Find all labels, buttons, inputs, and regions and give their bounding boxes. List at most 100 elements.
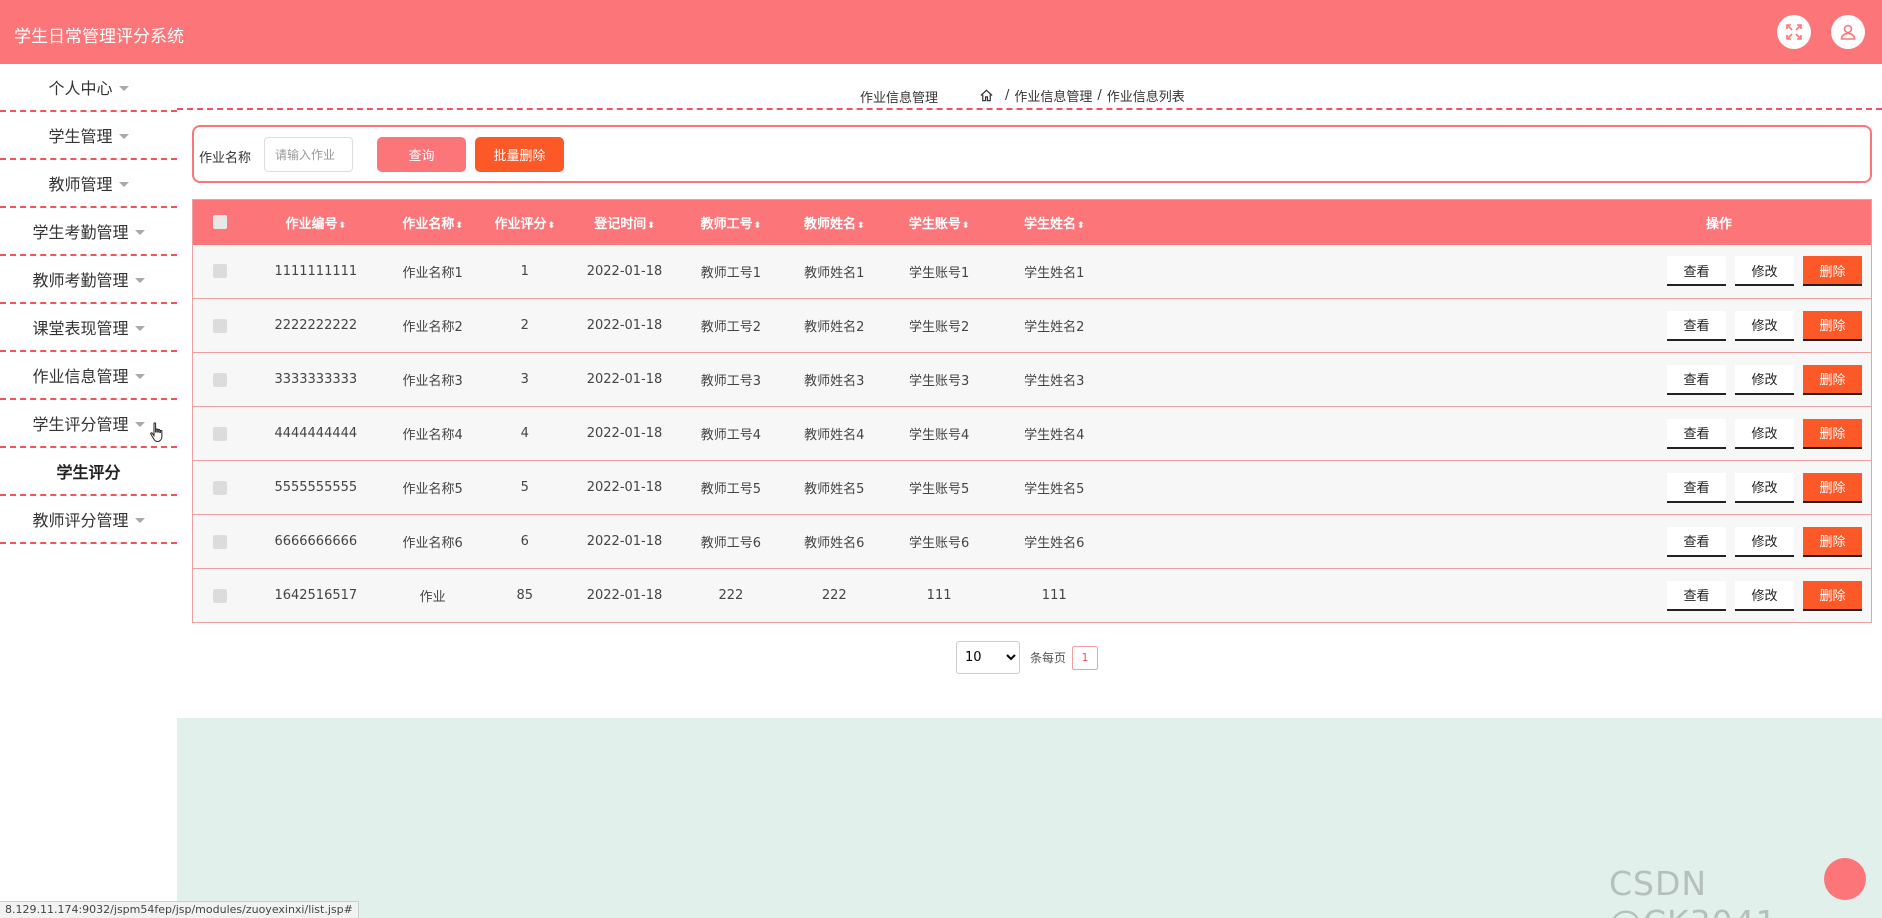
search-input[interactable] xyxy=(264,137,353,172)
sort-icon[interactable]: ⬍ xyxy=(1077,221,1085,231)
delete-button[interactable]: 删除 xyxy=(1803,580,1862,611)
edit-button[interactable]: 修改 xyxy=(1735,526,1794,557)
breadcrumb-separator: / xyxy=(1097,88,1102,103)
sort-icon[interactable]: ⬍ xyxy=(339,221,347,231)
query-button[interactable]: 查询 xyxy=(377,137,466,172)
table-cell: 5 xyxy=(520,480,529,495)
breadcrumb-item[interactable]: 作业信息管理 xyxy=(1014,86,1092,105)
app-title: 学生日常管理评分系统 xyxy=(14,27,184,47)
sidebar-item-teacher-rating-management[interactable]: 教师评分管理 xyxy=(0,496,177,544)
view-button[interactable]: 查看 xyxy=(1667,418,1726,449)
table-cell: 4 xyxy=(520,426,529,441)
sort-icon[interactable]: ⬍ xyxy=(647,221,655,231)
chevron-down-icon xyxy=(134,229,145,235)
delete-button[interactable]: 删除 xyxy=(1803,418,1862,449)
sidebar-item-label: 作业信息管理 xyxy=(32,367,129,386)
column-header[interactable]: 登记时间⬍ xyxy=(570,200,679,245)
row-checkbox[interactable] xyxy=(212,318,227,333)
delete-button[interactable]: 删除 xyxy=(1803,526,1862,557)
row-checkbox[interactable] xyxy=(212,426,227,441)
row-checkbox[interactable] xyxy=(212,264,227,279)
fullscreen-button[interactable] xyxy=(1777,15,1811,49)
sort-icon[interactable]: ⬍ xyxy=(754,221,762,231)
edit-button[interactable]: 修改 xyxy=(1735,472,1794,503)
table-cell: 学生账号5 xyxy=(908,482,970,497)
view-button[interactable]: 查看 xyxy=(1667,310,1726,341)
table-cell: 1 xyxy=(520,263,529,279)
delete-button[interactable]: 删除 xyxy=(1803,364,1862,395)
row-checkbox[interactable] xyxy=(212,372,227,387)
sort-icon[interactable]: ⬍ xyxy=(548,221,556,231)
column-header[interactable]: 教师姓名⬍ xyxy=(783,200,886,245)
sidebar-subitem-student-rating[interactable]: 学生评分 xyxy=(0,448,177,496)
table-cell: 教师姓名6 xyxy=(804,536,865,551)
table-cell: 教师工号5 xyxy=(700,482,762,497)
column-header[interactable]: 作业编号⬍ xyxy=(246,200,385,245)
view-button[interactable]: 查看 xyxy=(1667,472,1726,503)
table-cell: 学生账号1 xyxy=(908,265,970,281)
data-table: 作业编号⬍ 作业名称⬍ 作业评分⬍ 登记时间⬍ 教师工号⬍ 教师姓名⬍ 学生账号… xyxy=(192,199,1872,623)
sidebar-item-homework-info[interactable]: 作业信息管理 xyxy=(0,352,177,400)
edit-button[interactable]: 修改 xyxy=(1735,310,1794,341)
table-cell: 学生账号4 xyxy=(908,428,970,443)
sort-icon[interactable]: ⬍ xyxy=(857,221,865,231)
edit-button[interactable]: 修改 xyxy=(1735,256,1794,287)
sidebar-item-label: 教师考勤管理 xyxy=(32,271,129,290)
table-cell: 作业名称4 xyxy=(402,428,463,443)
row-checkbox[interactable] xyxy=(212,480,227,495)
page-title: 作业信息管理 xyxy=(860,91,939,106)
delete-button[interactable]: 删除 xyxy=(1803,256,1862,287)
delete-button[interactable]: 删除 xyxy=(1803,472,1862,503)
sidebar-item-student-attendance[interactable]: 学生考勤管理 xyxy=(0,208,177,256)
breadcrumb: / 作业信息管理 / 作业信息列表 xyxy=(979,86,1185,105)
table-cell: 222 xyxy=(718,588,744,603)
column-header[interactable]: 作业名称⬍ xyxy=(385,200,479,245)
table-row: 2222222222 作业名称2 2 2022-01-18 教师工号2 教师姓名2 学生账号… xyxy=(192,298,1872,353)
batch-delete-button[interactable]: 批量删除 xyxy=(475,137,564,172)
view-button[interactable]: 查看 xyxy=(1667,364,1726,395)
chevron-down-icon xyxy=(118,85,129,91)
table-cell: 222 xyxy=(821,588,847,603)
column-header[interactable]: 教师工号⬍ xyxy=(679,200,782,245)
user-button[interactable] xyxy=(1831,15,1865,49)
hand-cursor-icon xyxy=(150,422,163,442)
table-cell: 教师姓名3 xyxy=(804,374,865,389)
sidebar-item-personal-center[interactable]: 个人中心 xyxy=(0,64,177,112)
table-cell: 作业名称6 xyxy=(402,536,463,551)
table-cell: 3 xyxy=(520,372,529,387)
table-cell: 1642516517 xyxy=(274,588,358,603)
sort-icon[interactable]: ⬍ xyxy=(455,221,463,231)
table-cell: 学生姓名1 xyxy=(1024,265,1085,281)
column-header[interactable]: 学生姓名⬍ xyxy=(992,200,1116,245)
table-cell: 教师姓名1 xyxy=(804,265,865,281)
delete-button[interactable]: 删除 xyxy=(1803,310,1862,341)
sidebar-item-label: 学生管理 xyxy=(48,127,113,146)
page-number-current[interactable]: 1 xyxy=(1072,645,1099,670)
table-cell: 2022-01-18 xyxy=(586,318,663,333)
table-cell: 111 xyxy=(926,588,952,603)
column-header[interactable]: 学生账号⬍ xyxy=(886,200,992,245)
view-button[interactable]: 查看 xyxy=(1667,580,1726,611)
row-checkbox[interactable] xyxy=(212,534,227,549)
sidebar-item-teacher-attendance[interactable]: 教师考勤管理 xyxy=(0,256,177,304)
search-label: 作业名称 xyxy=(199,151,252,166)
column-header[interactable]: 作业评分⬍ xyxy=(480,200,570,245)
sidebar-item-label: 学生考勤管理 xyxy=(32,223,129,242)
sort-icon[interactable]: ⬍ xyxy=(962,221,970,231)
row-checkbox[interactable] xyxy=(212,588,227,603)
table-cell: 教师姓名4 xyxy=(804,428,865,443)
home-icon[interactable] xyxy=(979,88,994,103)
select-all-checkbox[interactable] xyxy=(212,215,227,230)
breadcrumb-separator: / xyxy=(1005,88,1010,103)
sidebar-item-classroom-performance[interactable]: 课堂表现管理 xyxy=(0,304,177,352)
table-cell: 2022-01-18 xyxy=(586,426,663,441)
edit-button[interactable]: 修改 xyxy=(1735,580,1794,611)
edit-button[interactable]: 修改 xyxy=(1735,364,1794,395)
view-button[interactable]: 查看 xyxy=(1667,256,1726,287)
view-button[interactable]: 查看 xyxy=(1667,526,1726,557)
sidebar-item-teacher-management[interactable]: 教师管理 xyxy=(0,160,177,208)
table-cell: 2022-01-18 xyxy=(586,480,663,495)
edit-button[interactable]: 修改 xyxy=(1735,418,1794,449)
page-size-select[interactable]: 10 xyxy=(956,641,1020,674)
sidebar-item-student-management[interactable]: 学生管理 xyxy=(0,112,177,160)
